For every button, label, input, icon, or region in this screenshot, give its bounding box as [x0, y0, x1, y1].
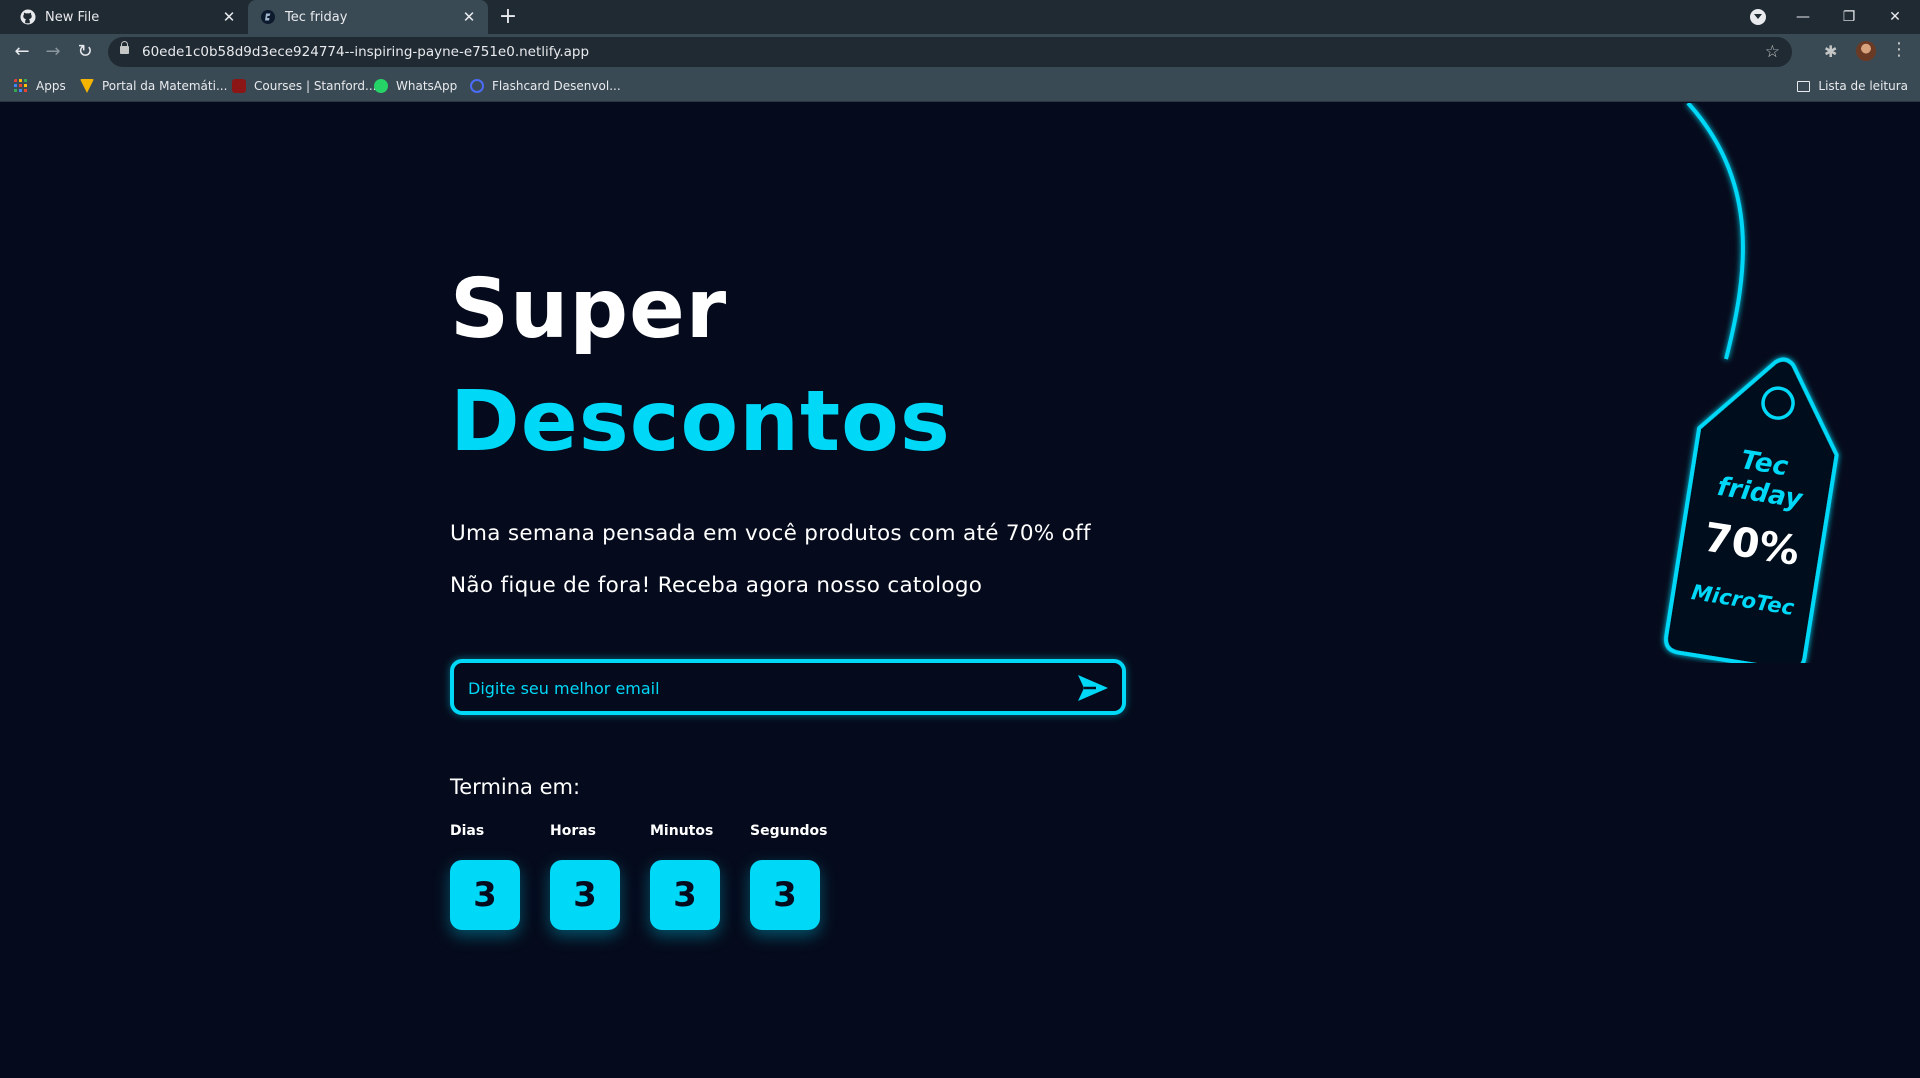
kebab-menu-icon[interactable]: ⋮: [1890, 39, 1908, 60]
hero-title-line1: Super: [450, 262, 728, 357]
new-tab-button[interactable]: +: [496, 6, 520, 30]
reading-list-icon: [1797, 80, 1811, 92]
tab-new-file[interactable]: New File ✕: [8, 0, 248, 34]
lock-icon[interactable]: [120, 41, 129, 54]
flashcard-icon: [470, 79, 484, 93]
countdown-seconds-value: 3: [750, 860, 820, 930]
reload-icon[interactable]: ↻: [73, 40, 97, 64]
forward-arrow-icon[interactable]: →: [41, 40, 65, 64]
portal-icon: [80, 79, 94, 93]
whatsapp-icon: [374, 79, 388, 93]
email-input[interactable]: [468, 675, 1028, 701]
bookmark-label: Courses | Stanford...: [254, 79, 377, 93]
bookmark-label: Flashcard Desenvol...: [492, 79, 621, 93]
github-icon: [20, 9, 36, 25]
price-tag-illustration: Tec friday 70% MicroTec: [1663, 103, 1839, 663]
countdown-hours-label: Horas: [550, 823, 597, 839]
countdown-minutes-label: Minutos: [650, 823, 714, 839]
hero-title-line2: Descontos: [450, 372, 951, 470]
bookmark-stanford[interactable]: Courses | Stanford...: [232, 70, 376, 102]
address-bar[interactable]: 60ede1c0b58d9d3ece924774--inspiring-payn…: [108, 37, 1792, 67]
extensions-icon[interactable]: ✱: [1824, 42, 1837, 61]
email-signup-form: [450, 659, 1126, 715]
bookmark-label: Portal da Matemáti...: [102, 79, 228, 93]
tab-title: New File: [45, 9, 100, 25]
countdown-days-label: Dias: [450, 823, 485, 839]
bookmarks-bar: Apps Portal da Matemáti... Courses | Sta…: [0, 70, 1920, 102]
bookmark-star-icon[interactable]: ☆: [1765, 42, 1780, 62]
reading-list[interactable]: Lista de leitura: [1797, 70, 1908, 102]
send-arrow-icon[interactable]: [1076, 673, 1110, 703]
countdown-minutes-value: 3: [650, 860, 720, 930]
countdown-label: Termina em:: [450, 775, 581, 799]
hero-subtitle-2: Não fique de fora! Receba agora nosso ca…: [450, 573, 983, 598]
bookmark-flashcard[interactable]: Flashcard Desenvol...: [470, 70, 621, 102]
tab-search-icon[interactable]: [1750, 9, 1766, 25]
url-text: 60ede1c0b58d9d3ece924774--inspiring-payn…: [142, 44, 590, 60]
bookmark-apps[interactable]: Apps: [14, 70, 66, 102]
back-arrow-icon[interactable]: ←: [10, 40, 34, 64]
close-window-icon[interactable]: ✕: [1872, 0, 1918, 34]
close-tab-icon[interactable]: ✕: [220, 8, 238, 26]
minimize-icon[interactable]: —: [1780, 0, 1826, 34]
site-icon: [261, 10, 275, 24]
landing-page: Super Descontos Uma semana pensada em vo…: [0, 103, 1920, 1078]
countdown-seconds-label: Segundos: [750, 823, 828, 839]
reading-list-label: Lista de leitura: [1818, 79, 1908, 93]
browser-tab-strip: New File ✕ Tec friday ✕ + — ❐ ✕: [0, 0, 1920, 34]
hero-subtitle-1: Uma semana pensada em você produtos com …: [450, 521, 1091, 546]
apps-grid-icon: [14, 79, 27, 92]
tab-tec-friday[interactable]: Tec friday ✕: [248, 0, 488, 34]
profile-avatar[interactable]: [1856, 41, 1876, 61]
bookmark-portal-matematica[interactable]: Portal da Matemáti...: [80, 70, 227, 102]
tag-string: [1686, 103, 1745, 360]
tab-title: Tec friday: [285, 9, 348, 25]
bookmark-whatsapp[interactable]: WhatsApp: [374, 70, 457, 102]
stanford-icon: [232, 79, 246, 93]
bookmark-label: WhatsApp: [396, 79, 458, 93]
browser-toolbar: ← → ↻ 60ede1c0b58d9d3ece924774--inspirin…: [0, 34, 1920, 70]
countdown-days-value: 3: [450, 860, 520, 930]
close-tab-icon[interactable]: ✕: [460, 8, 478, 26]
countdown-hours-value: 3: [550, 860, 620, 930]
restore-icon[interactable]: ❐: [1826, 0, 1872, 34]
bookmark-label: Apps: [36, 79, 66, 93]
